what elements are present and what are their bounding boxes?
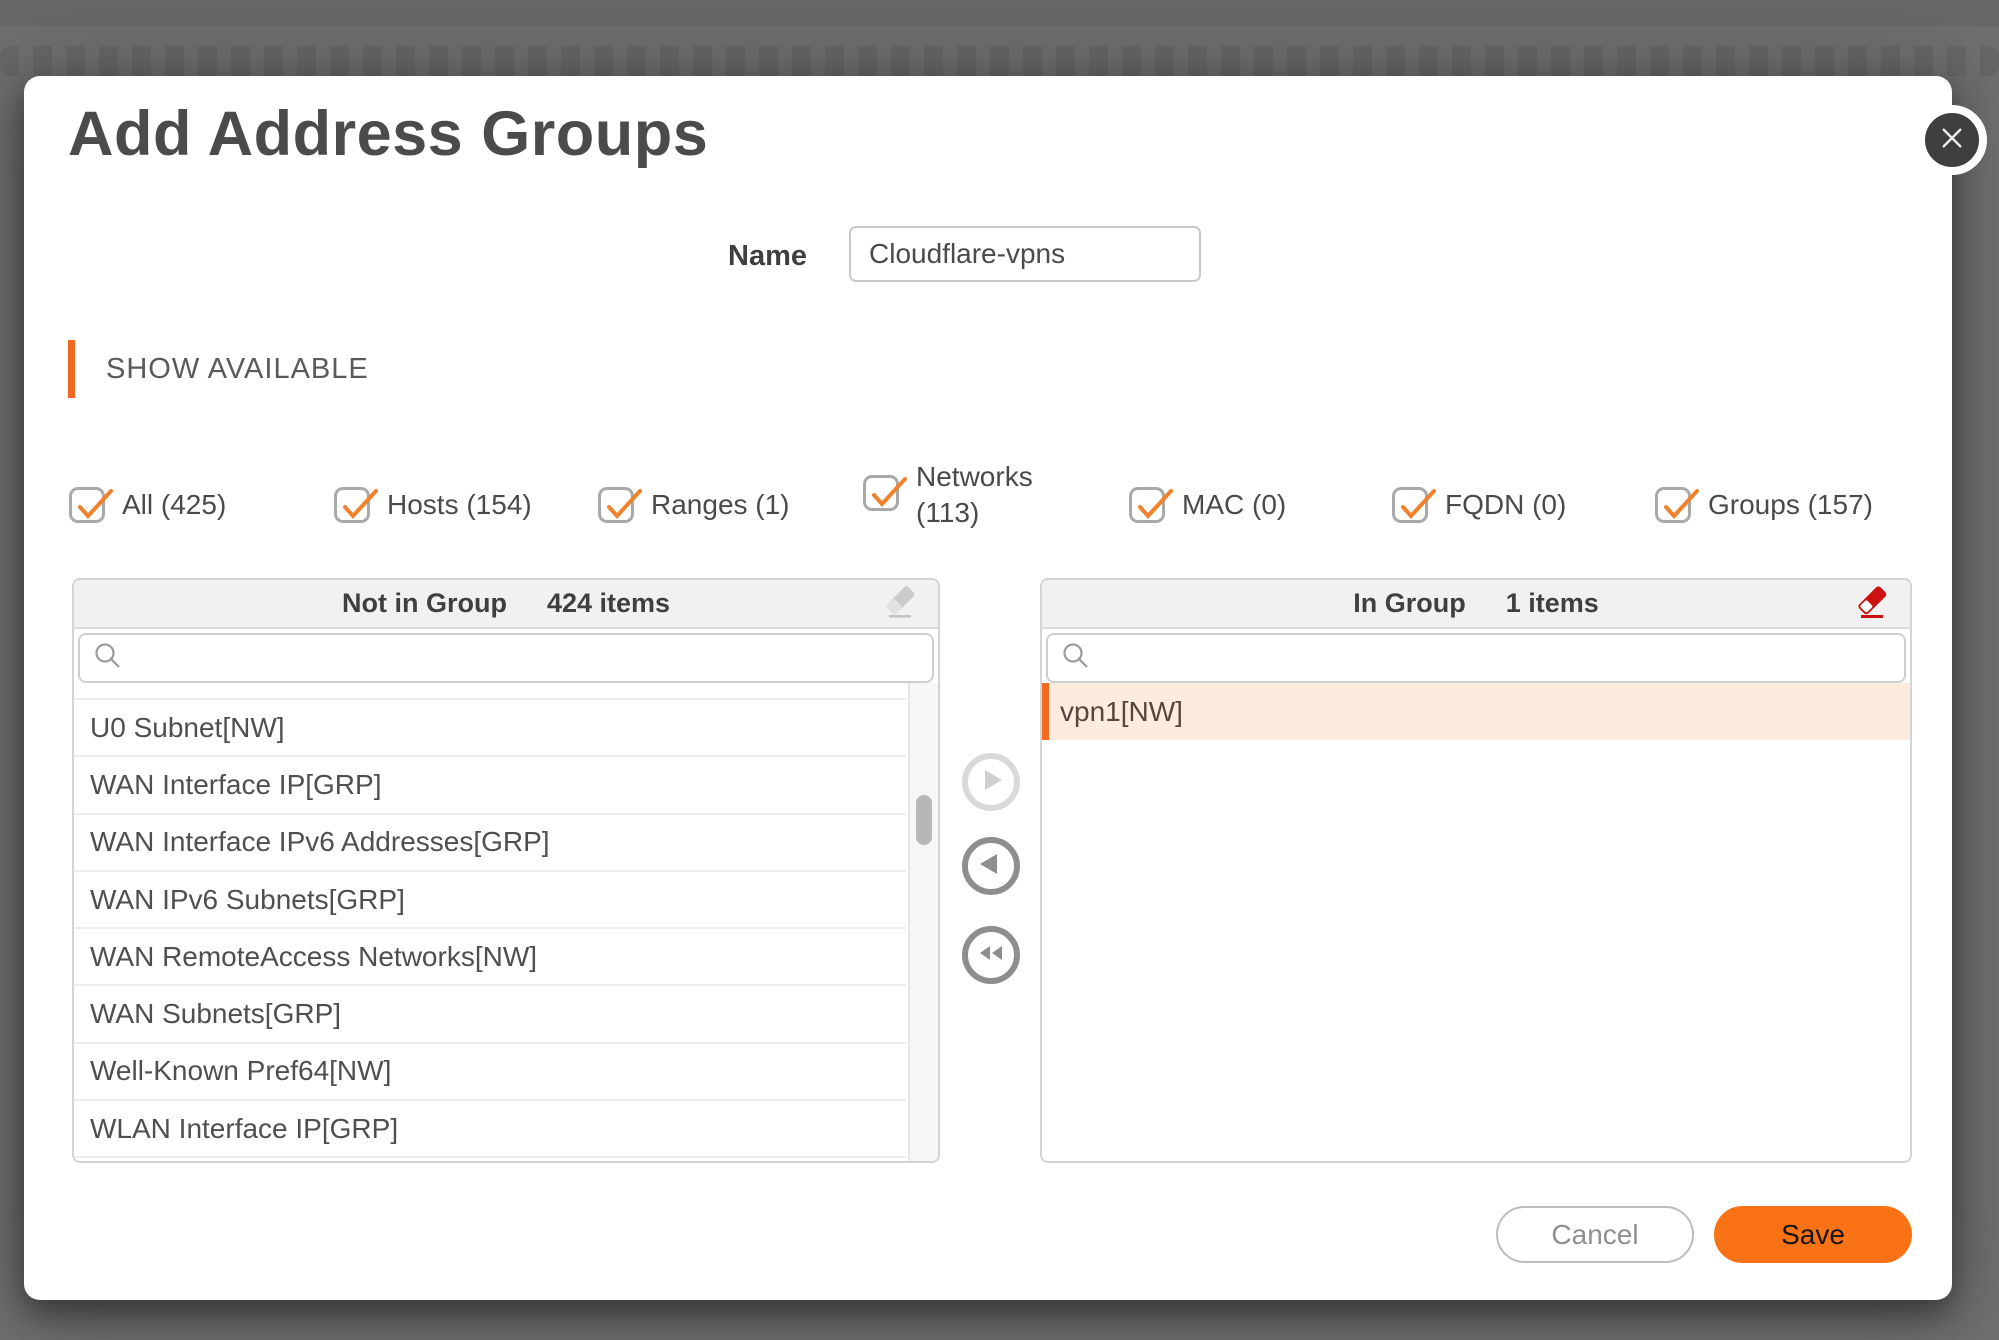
double-arrow-left-icon xyxy=(977,940,1005,971)
list-item-selected[interactable]: vpn1[NW] xyxy=(1042,683,1910,740)
arrow-right-icon xyxy=(978,767,1004,798)
filter-groups[interactable]: Groups (157) xyxy=(1655,487,1873,523)
in-group-list: vpn1[NW] xyxy=(1042,683,1910,1161)
search-input[interactable] xyxy=(1101,637,1904,679)
checkbox-checked[interactable] xyxy=(334,487,370,523)
in-group-panel: In Group 1 items xyxy=(1040,578,1912,1163)
list-item[interactable]: WAN Subnets[GRP] xyxy=(74,986,906,1043)
scrollbar-track[interactable] xyxy=(908,683,938,1161)
eraser-icon-red xyxy=(1854,609,1890,626)
filter-networks[interactable]: Networks (113) xyxy=(863,475,1056,531)
background-page-silhouette xyxy=(0,46,1999,76)
list-item[interactable]: WAN Interface IP[GRP] xyxy=(74,757,906,814)
eraser-icon xyxy=(882,609,918,626)
filter-label: MAC (0) xyxy=(1182,487,1286,523)
panel-item-count: 1 items xyxy=(1506,588,1599,619)
filter-label: FQDN (0) xyxy=(1445,487,1566,523)
checkbox-checked[interactable] xyxy=(1129,487,1165,523)
section-accent-bar xyxy=(68,340,75,398)
search-icon xyxy=(1061,641,1091,676)
filter-mac[interactable]: MAC (0) xyxy=(1129,487,1286,523)
page-title: Add Address Groups xyxy=(68,98,708,170)
checkbox-checked[interactable] xyxy=(69,487,105,523)
list-item[interactable]: WAN IPv6 Subnets[GRP] xyxy=(74,872,906,929)
add-address-groups-dialog: Add Address Groups Name SHOW AVAILABLE A… xyxy=(24,76,1952,1300)
not-in-group-panel: Not in Group 424 items xyxy=(72,578,940,1163)
list-row-partial xyxy=(74,683,906,700)
close-icon xyxy=(1937,123,1967,158)
clear-list-button[interactable] xyxy=(882,586,918,622)
move-right-button[interactable] xyxy=(962,753,1020,811)
search-input[interactable] xyxy=(133,637,932,679)
checkbox-checked[interactable] xyxy=(1655,487,1691,523)
not-in-group-list: U0 Subnet[NW] WAN Interface IP[GRP] WAN … xyxy=(74,683,938,1161)
cancel-button[interactable]: Cancel xyxy=(1496,1206,1694,1263)
list-item[interactable]: WAN Interface IPv6 Addresses[GRP] xyxy=(74,815,906,872)
move-left-button[interactable] xyxy=(962,837,1020,895)
name-input[interactable] xyxy=(849,226,1201,282)
search-row xyxy=(74,629,938,683)
list-item[interactable]: U0 Subnet[NW] xyxy=(74,700,906,757)
move-all-left-button[interactable] xyxy=(962,926,1020,984)
not-in-group-header: Not in Group 424 items xyxy=(74,580,938,629)
name-field-label: Name xyxy=(624,238,807,274)
search-box[interactable] xyxy=(1046,633,1906,683)
arrow-left-icon xyxy=(978,851,1004,882)
show-available-label: SHOW AVAILABLE xyxy=(106,353,369,386)
filter-label: Ranges (1) xyxy=(651,487,790,523)
panel-item-count: 424 items xyxy=(547,588,670,619)
background-top-shade xyxy=(0,0,1999,26)
filter-label: Networks (113) xyxy=(916,459,1056,531)
search-icon xyxy=(93,641,123,676)
scrollbar-thumb[interactable] xyxy=(916,795,932,845)
search-row xyxy=(1042,629,1910,683)
filter-label: Hosts (154) xyxy=(387,487,532,523)
list-item[interactable]: WAN RemoteAccess Networks[NW] xyxy=(74,929,906,986)
checkbox-checked[interactable] xyxy=(1392,487,1428,523)
save-button[interactable]: Save xyxy=(1714,1206,1912,1263)
checkbox-checked[interactable] xyxy=(598,487,634,523)
list-item[interactable]: Well-Known Pref64[NW] xyxy=(74,1044,906,1101)
search-box[interactable] xyxy=(78,633,934,683)
filter-fqdn[interactable]: FQDN (0) xyxy=(1392,487,1566,523)
clear-list-button[interactable] xyxy=(1854,586,1890,622)
filter-label: All (425) xyxy=(122,487,226,523)
close-button[interactable] xyxy=(1917,105,1987,175)
checkbox-checked[interactable] xyxy=(863,475,899,511)
list-item[interactable]: WLAN Interface IP[GRP] xyxy=(74,1101,906,1158)
filter-all[interactable]: All (425) xyxy=(69,487,226,523)
in-group-header: In Group 1 items xyxy=(1042,580,1910,629)
filter-ranges[interactable]: Ranges (1) xyxy=(598,487,790,523)
filter-hosts[interactable]: Hosts (154) xyxy=(334,487,532,523)
filter-label: Groups (157) xyxy=(1708,487,1873,523)
panel-title: Not in Group xyxy=(342,588,507,619)
panel-title: In Group xyxy=(1353,588,1465,619)
